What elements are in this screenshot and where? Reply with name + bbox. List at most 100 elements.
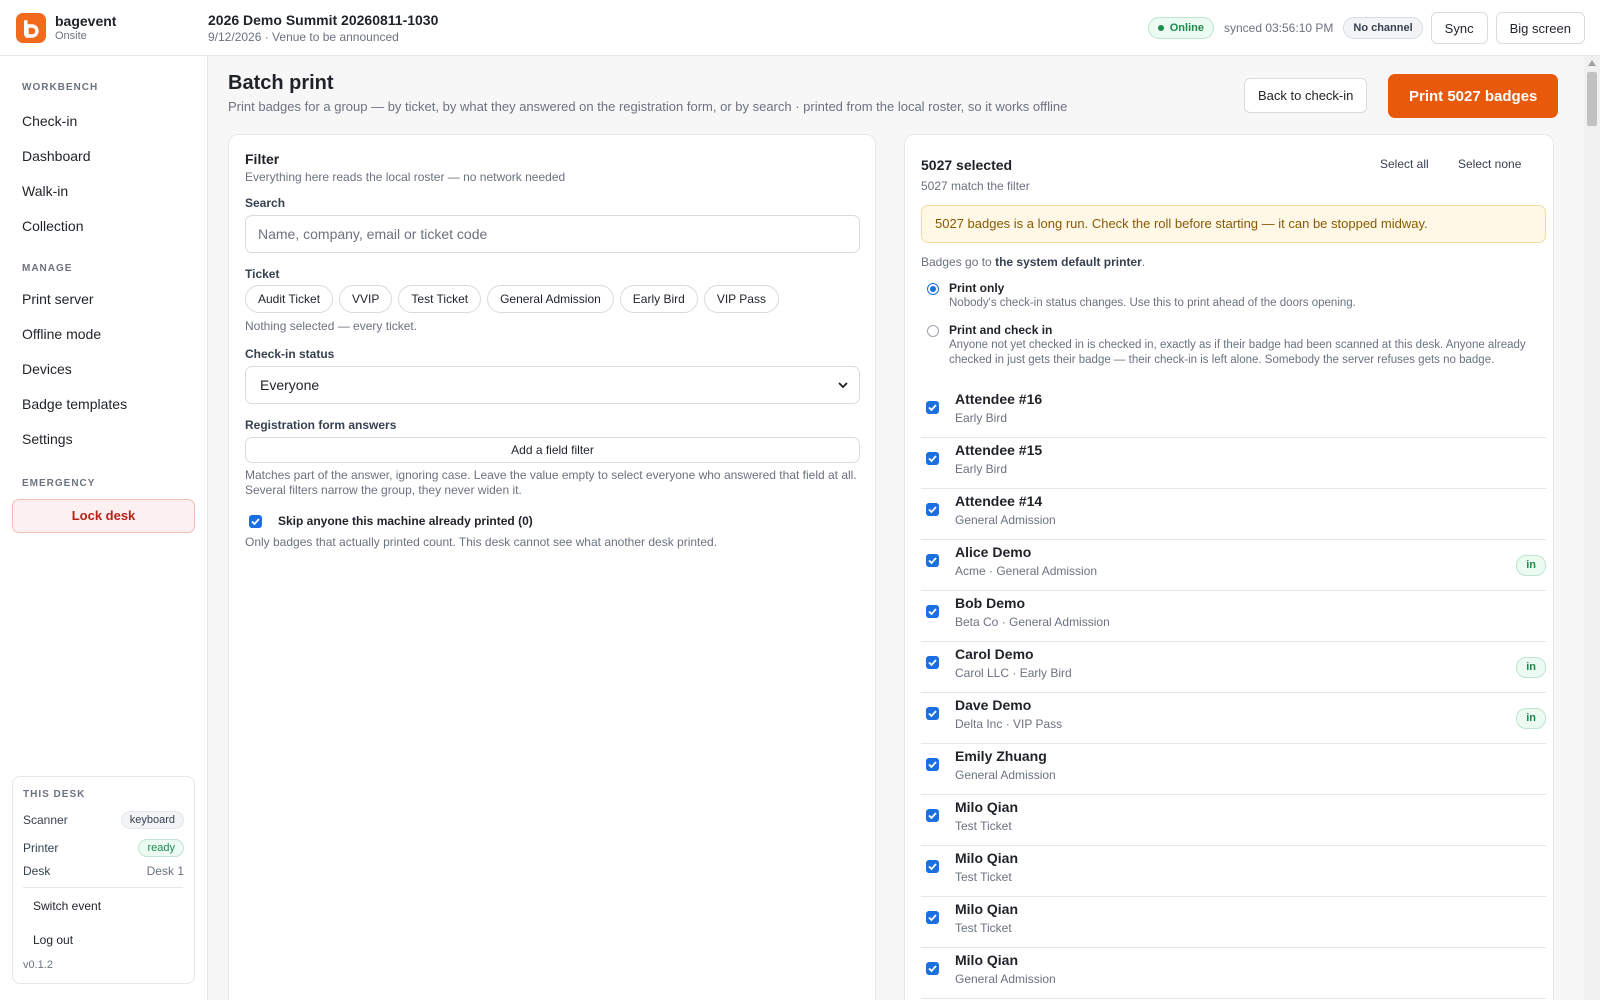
mode-print-and-check-in[interactable]: Print and check in Anyone not yet checke…	[927, 323, 1534, 367]
sidebar-item-dashboard[interactable]: Dashboard	[0, 139, 207, 174]
attendee-row[interactable]: Alice Demo Acme · General Admission in	[921, 540, 1546, 591]
sidebar-item-collection[interactable]: Collection	[0, 209, 207, 244]
log-out-link[interactable]: Log out	[13, 923, 73, 957]
add-field-filter-button[interactable]: Add a field filter	[245, 437, 860, 463]
sidebar-item-print-server[interactable]: Print server	[0, 282, 207, 317]
attendee-checkbox[interactable]	[926, 554, 939, 567]
attendee-row[interactable]: Dave Demo Delta Inc · VIP Pass in	[921, 693, 1546, 744]
attendee-ticket: Acme · General Admission	[955, 564, 1098, 578]
scrollbar-thumb[interactable]	[1587, 72, 1597, 126]
sidebar-item-walk-in[interactable]: Walk-in	[0, 174, 207, 209]
select-all-button[interactable]: Select all	[1380, 157, 1429, 171]
online-dot-icon	[1157, 25, 1164, 31]
attendee-list: Attendee #16 Early Bird Attendee #15 Early …	[921, 387, 1546, 999]
ticket-chip-audit[interactable]: Audit Ticket	[245, 285, 334, 313]
ticket-chip-early-bird[interactable]: Early Bird	[619, 285, 698, 313]
sidebar-item-devices[interactable]: Devices	[0, 352, 207, 387]
attendee-ticket: Early Bird	[955, 462, 1008, 476]
attendee-checkbox[interactable]	[926, 656, 939, 669]
desk-divider	[23, 887, 183, 888]
attendee-checkbox[interactable]	[926, 452, 939, 465]
this-desk-heading: THIS DESK	[23, 789, 86, 800]
ticket-chip-test[interactable]: Test Ticket	[398, 285, 482, 313]
sidebar-item-check-in[interactable]: Check-in	[0, 104, 207, 139]
filter-title: Filter	[245, 151, 280, 167]
attendee-checkbox[interactable]	[926, 605, 939, 618]
skip-printed-checkbox[interactable]	[249, 514, 262, 528]
attendee-ticket: General Admission	[955, 972, 1056, 986]
attendee-name: Carol Demo	[955, 646, 1034, 662]
attendee-checkbox[interactable]	[926, 962, 939, 975]
attendee-name: Bob Demo	[955, 595, 1025, 611]
skip-printed-row[interactable]: Skip anyone this machine already printed…	[249, 514, 533, 528]
long-run-warning: 5027 badges is a long run. Check the rol…	[921, 205, 1546, 243]
attendee-checkbox[interactable]	[926, 707, 939, 720]
attendee-row[interactable]: Attendee #14 General Admission	[921, 489, 1546, 540]
print-and-check-in-radio[interactable]	[927, 325, 939, 337]
brand[interactable]: bagevent Onsite	[0, 12, 208, 43]
check-in-status-select[interactable]: Everyone	[245, 366, 860, 404]
attendee-row[interactable]: Carol Demo Carol LLC · Early Bird in	[921, 642, 1546, 693]
attendee-name: Attendee #14	[955, 493, 1043, 509]
printer-prefix: Badges go to	[921, 255, 992, 269]
check-in-status-label: Check-in status	[245, 347, 335, 361]
page-title: Batch print	[228, 72, 334, 94]
attendee-checkbox[interactable]	[926, 911, 939, 924]
desk-row: Desk Desk 1	[13, 861, 194, 881]
attendee-checkbox[interactable]	[926, 860, 939, 873]
match-count: 5027 match the filter	[921, 179, 1030, 193]
attendee-row[interactable]: Emily Zhuang General Admission	[921, 744, 1546, 795]
bagevent-logo-icon	[16, 12, 46, 43]
checked-in-badge: in	[1516, 657, 1546, 678]
sidebar-item-settings[interactable]: Settings	[0, 422, 207, 457]
attendee-ticket: Delta Inc · VIP Pass	[955, 717, 1063, 731]
page-scrollbar[interactable]	[1584, 56, 1600, 1000]
ticket-chip-group: Audit Ticket VVIP Test Ticket General Ad…	[245, 285, 779, 313]
attendee-row[interactable]: Milo Qian Test Ticket	[921, 897, 1546, 948]
print-only-radio[interactable]	[927, 283, 939, 295]
lock-desk-button[interactable]: Lock desk	[12, 499, 195, 533]
printer-status-badge: ready	[138, 839, 184, 857]
ticket-chip-vip-pass[interactable]: VIP Pass	[703, 285, 779, 313]
attendee-row[interactable]: Milo Qian Test Ticket	[921, 795, 1546, 846]
scanner-value: keyboard	[120, 811, 184, 829]
attendee-name: Attendee #16	[955, 391, 1043, 407]
selection-panel: 5027 selected 5027 match the filter Sele…	[904, 134, 1554, 1000]
this-desk-panel: THIS DESK Scanner keyboard Printer ready…	[12, 776, 195, 984]
attendee-ticket: Test Ticket	[955, 921, 1012, 935]
attendee-row[interactable]: Milo Qian General Admission	[921, 948, 1546, 999]
select-none-button[interactable]: Select none	[1458, 157, 1521, 171]
sidebar-item-badge-templates[interactable]: Badge templates	[0, 387, 207, 422]
switch-event-link[interactable]: Switch event	[13, 889, 101, 923]
desk-value: Desk 1	[146, 864, 184, 878]
ticket-chip-general[interactable]: General Admission	[487, 285, 614, 313]
manage-heading: MANAGE	[22, 263, 73, 274]
attendee-row[interactable]: Milo Qian Test Ticket	[921, 846, 1546, 897]
attendee-checkbox[interactable]	[926, 401, 939, 414]
scanner-row: Scanner keyboard	[13, 809, 194, 831]
sidebar: WORKBENCH Check-in Dashboard Walk-in Col…	[0, 56, 208, 1000]
print-only-title: Print only	[949, 281, 1005, 295]
big-screen-button[interactable]: Big screen	[1495, 12, 1585, 44]
check-in-status-value: Everyone	[260, 377, 320, 393]
ticket-hint: Nothing selected — every ticket.	[245, 319, 418, 333]
attendee-name: Milo Qian	[955, 850, 1018, 866]
mode-print-only[interactable]: Print only Nobody's check-in status chan…	[927, 281, 1534, 311]
scroll-up-arrow-icon[interactable]	[1588, 60, 1596, 66]
attendee-row[interactable]: Attendee #16 Early Bird	[921, 387, 1546, 438]
ticket-chip-vvip[interactable]: VVIP	[339, 285, 393, 313]
back-to-check-in-button[interactable]: Back to check-in	[1244, 78, 1368, 113]
attendee-checkbox[interactable]	[926, 758, 939, 771]
search-input[interactable]	[245, 215, 860, 253]
attendee-checkbox[interactable]	[926, 503, 939, 516]
sidebar-item-offline-mode[interactable]: Offline mode	[0, 317, 207, 352]
skip-printed-label: Skip anyone this machine already printed…	[278, 514, 533, 528]
attendee-ticket: Early Bird	[955, 411, 1008, 425]
attendee-checkbox[interactable]	[926, 809, 939, 822]
attendee-row[interactable]: Bob Demo Beta Co · General Admission	[921, 591, 1546, 642]
sync-button[interactable]: Sync	[1430, 12, 1488, 44]
workbench-heading: WORKBENCH	[22, 82, 99, 93]
print-badges-button[interactable]: Print 5027 badges	[1388, 74, 1559, 118]
attendee-row[interactable]: Attendee #15 Early Bird	[921, 438, 1546, 489]
checked-in-badge: in	[1516, 708, 1546, 729]
